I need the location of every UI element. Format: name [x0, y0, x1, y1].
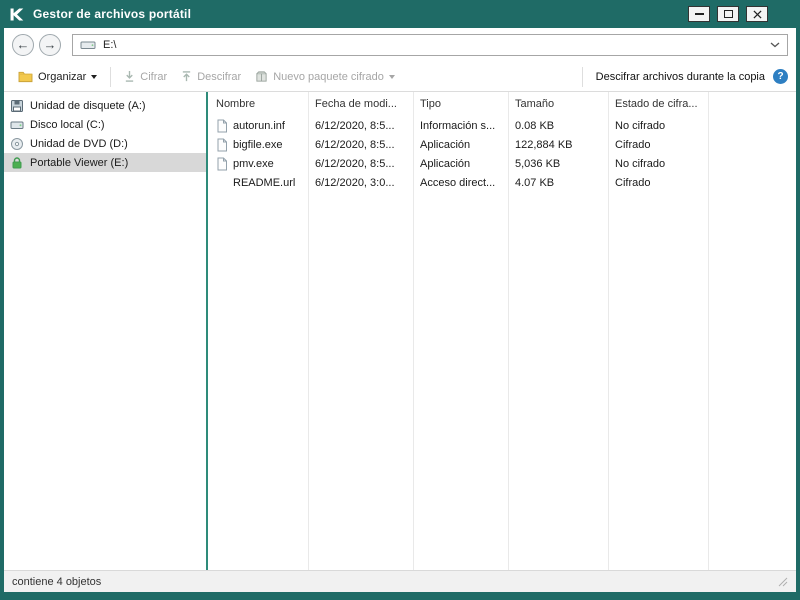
chevron-down-icon	[389, 75, 395, 79]
title-bar: Gestor de archivos portátil	[4, 0, 796, 28]
file-list: Nombre Fecha de modi... Tipo Tamaño Esta…	[208, 92, 796, 570]
drive-sidebar: Unidad de disquete (A:) Disco local (C:)…	[4, 92, 206, 570]
resize-grip[interactable]	[778, 577, 788, 587]
address-path: E:\	[103, 39, 116, 51]
column-header-size[interactable]: Tamaño	[508, 98, 608, 110]
sidebar-item-label: Unidad de disquete (A:)	[30, 100, 146, 112]
file-encryption-status: Cifrado	[608, 139, 708, 151]
close-icon	[753, 10, 762, 19]
decrypt-on-copy-label: Descifrar archivos durante la copia	[596, 71, 765, 83]
decrypt-label: Descifrar	[197, 71, 241, 83]
file-icon	[216, 138, 228, 152]
floppy-icon	[10, 99, 24, 113]
file-encryption-status: No cifrado	[608, 120, 708, 132]
file-row[interactable]: pmv.exe 6/12/2020, 8:5... Aplicación 5,0…	[208, 154, 796, 173]
sidebar-item-dvd-d[interactable]: Unidad de DVD (D:)	[4, 134, 206, 153]
decrypt-button[interactable]: Descifrar	[175, 67, 247, 86]
maximize-icon	[724, 10, 733, 18]
forward-button[interactable]: →	[39, 34, 61, 56]
minimize-button[interactable]	[688, 6, 710, 22]
address-dropdown-button[interactable]	[770, 42, 780, 48]
folder-icon	[18, 70, 33, 83]
toolbar-right-group: Descifrar archivos durante la copia ?	[577, 67, 788, 87]
column-header-name[interactable]: Nombre	[208, 98, 308, 110]
organize-button[interactable]: Organizar	[12, 67, 103, 86]
file-name-cell: README.url	[208, 176, 308, 190]
file-row[interactable]: README.url 6/12/2020, 3:0... Acceso dire…	[208, 173, 796, 192]
file-size: 0.08 KB	[508, 120, 608, 132]
column-header-type[interactable]: Tipo	[413, 98, 508, 110]
navigation-bar: ← → E:\	[4, 28, 796, 62]
file-date: 6/12/2020, 8:5...	[308, 158, 413, 170]
help-icon[interactable]: ?	[773, 69, 788, 84]
toolbar-separator	[582, 67, 583, 87]
column-header-encryption-status[interactable]: Estado de cifra...	[608, 98, 708, 110]
sidebar-item-label: Unidad de DVD (D:)	[30, 138, 128, 150]
chevron-down-icon	[91, 75, 97, 79]
package-icon	[255, 70, 268, 83]
file-icon-placeholder	[216, 176, 228, 190]
new-encrypted-package-button[interactable]: Nuevo paquete cifrado	[249, 67, 401, 86]
portable-file-manager-window: Gestor de archivos portátil ← →	[0, 0, 800, 600]
dvd-icon	[10, 137, 24, 151]
file-row[interactable]: bigfile.exe 6/12/2020, 8:5... Aplicación…	[208, 135, 796, 154]
file-type: Información s...	[413, 120, 508, 132]
file-date: 6/12/2020, 8:5...	[308, 120, 413, 132]
back-button[interactable]: ←	[12, 34, 34, 56]
sidebar-item-portable-viewer-e[interactable]: Portable Viewer (E:)	[4, 153, 206, 172]
sidebar-item-label: Disco local (C:)	[30, 119, 105, 131]
file-date: 6/12/2020, 8:5...	[308, 139, 413, 151]
close-button[interactable]	[746, 6, 768, 22]
file-type: Aplicación	[413, 139, 508, 151]
file-name: README.url	[233, 177, 295, 189]
file-encryption-status: Cifrado	[608, 177, 708, 189]
file-name: bigfile.exe	[233, 139, 283, 151]
address-bar[interactable]: E:\	[72, 34, 788, 56]
file-row[interactable]: autorun.inf 6/12/2020, 8:5... Informació…	[208, 116, 796, 135]
file-type: Acceso direct...	[413, 177, 508, 189]
sidebar-item-label: Portable Viewer (E:)	[30, 157, 128, 169]
content-area: Unidad de disquete (A:) Disco local (C:)…	[4, 92, 796, 570]
encrypt-arrow-down-icon	[124, 70, 135, 83]
file-name-cell: autorun.inf	[208, 119, 308, 133]
maximize-button[interactable]	[717, 6, 739, 22]
status-text: contiene 4 objetos	[12, 576, 101, 588]
column-headers: Nombre Fecha de modi... Tipo Tamaño Esta…	[208, 92, 796, 116]
hard-disk-icon	[10, 118, 24, 132]
encrypt-button[interactable]: Cifrar	[118, 67, 173, 86]
decrypt-arrow-up-icon	[181, 70, 192, 83]
file-size: 122,884 KB	[508, 139, 608, 151]
window-title: Gestor de archivos portátil	[33, 7, 191, 21]
file-icon	[216, 157, 228, 171]
toolbar-separator	[110, 67, 111, 87]
kaspersky-logo-icon	[8, 6, 25, 23]
drive-icon	[80, 39, 96, 51]
sidebar-item-floppy-a[interactable]: Unidad de disquete (A:)	[4, 96, 206, 115]
minimize-icon	[695, 13, 704, 15]
lock-drive-icon	[10, 156, 24, 170]
file-size: 4.07 KB	[508, 177, 608, 189]
status-bar: contiene 4 objetos	[4, 570, 796, 592]
file-encryption-status: No cifrado	[608, 158, 708, 170]
new-package-label: Nuevo paquete cifrado	[273, 71, 384, 83]
file-size: 5,036 KB	[508, 158, 608, 170]
column-header-date[interactable]: Fecha de modi...	[308, 98, 413, 110]
file-type: Aplicación	[413, 158, 508, 170]
file-name-cell: pmv.exe	[208, 157, 308, 171]
file-date: 6/12/2020, 3:0...	[308, 177, 413, 189]
encrypt-label: Cifrar	[140, 71, 167, 83]
sidebar-item-local-disk-c[interactable]: Disco local (C:)	[4, 115, 206, 134]
file-icon	[216, 119, 228, 133]
toolbar: Organizar Cifrar Descifrar Nuev	[4, 62, 796, 92]
organize-label: Organizar	[38, 71, 86, 83]
file-name-cell: bigfile.exe	[208, 138, 308, 152]
window-controls	[688, 6, 768, 22]
file-name: autorun.inf	[233, 120, 285, 132]
window-body: ← → E:\ Organizar	[4, 28, 796, 592]
file-name: pmv.exe	[233, 158, 274, 170]
